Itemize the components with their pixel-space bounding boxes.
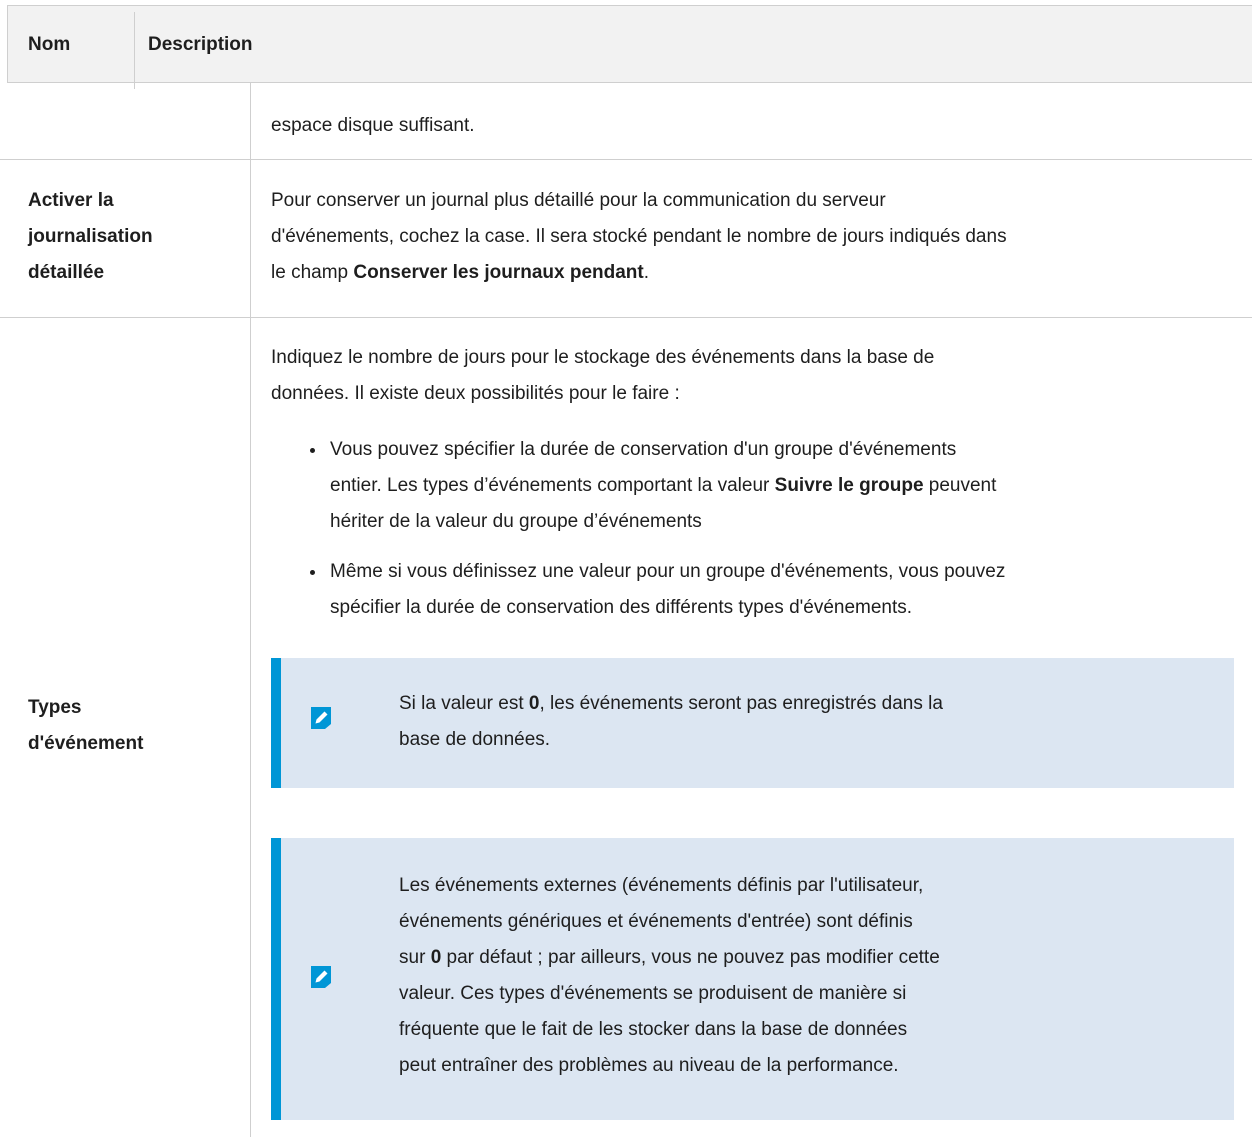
bullet-line: spécifier la durée de conservation des d… [330,597,913,618]
note-text-part: , les événements seront pas enregistrés … [539,693,943,714]
row3-name-line: Types [28,697,82,718]
header-name: Nom [28,34,71,55]
note-text-part: sur [399,947,431,968]
bullet-list: Vous pouvez spécifier la durée de conser… [310,432,1220,626]
table-row: espace disque suffisant. [271,108,1231,144]
note-line: fréquente que le fait de les stocker dan… [399,1019,908,1040]
note-line: Les événements externes (événements défi… [399,875,924,896]
value-bold: 0 [528,693,540,714]
note-line: événements génériques et événements d'en… [399,911,913,932]
note-line: sur 0 par défaut ; par ailleurs, vous ne… [399,940,1119,976]
bullet-line: entier. Les types d’événements comportan… [330,468,1220,504]
list-item: Même si vous définissez une valeur pour … [310,554,1220,626]
row2-name-line: détaillée [28,262,105,283]
intro-line: données. Il existe deux possibilités pou… [271,383,680,404]
desc-line: le champ Conserver les journaux pendant. [271,255,1231,291]
note-line: peut entraîner des problèmes au niveau d… [399,1055,899,1076]
header-description: Description [148,34,253,55]
note-box: Les événements externes (événements défi… [271,838,1234,1120]
row2-name-line: journalisation [28,226,153,247]
bullet-line: Vous pouvez spécifier la durée de conser… [330,439,957,460]
list-item: Vous pouvez spécifier la durée de conser… [310,432,1220,540]
note-box: Si la valeur est 0, les événements seron… [271,658,1234,788]
bullet-dot [310,448,315,453]
table-left-edge [7,5,8,83]
note-line: valeur. Ces types d'événements se produi… [399,983,907,1004]
desc-line: Pour conserver un journal plus détaillé … [271,190,886,211]
bullet-text: Vous pouvez spécifier la durée de conser… [320,432,1220,540]
pencil-note-icon [311,966,331,988]
intro-line: Indiquez le nombre de jours pour le stoc… [271,347,935,368]
bullet-line: Même si vous définissez une valeur pour … [330,561,1006,582]
note-text: Les événements externes (événements défi… [399,868,1119,1084]
row3-name: Types d'événement [28,690,143,762]
desc-text: le champ [271,262,354,283]
row1-description: espace disque suffisant. [271,115,475,136]
row-divider [0,317,1252,318]
pencil-note-icon [311,707,331,729]
note-text-part: Si la valeur est [399,693,529,714]
bullet-text-part: entier. Les types d’événements comportan… [330,475,775,496]
value-bold: Suivre le groupe [774,475,924,496]
bullet-line: hériter de la valeur du groupe d’événeme… [330,511,702,532]
note-line: base de données. [399,729,551,750]
note-line: Si la valeur est 0, les événements seron… [399,686,1119,722]
note-text-part: par défaut ; par ailleurs, vous ne pouve… [441,947,940,968]
bullet-text-part: peuvent [923,475,997,496]
row2-name-line: Activer la [28,190,114,211]
row2-name: Activer la journalisation détaillée [28,183,153,291]
desc-line: d'événements, cochez la case. Il sera st… [271,226,1007,247]
desc-text: . [643,262,650,283]
column-divider [250,83,251,1137]
value-bold: 0 [430,947,442,968]
row3-name-line: d'événement [28,733,144,754]
bullet-dot [310,570,315,575]
field-name-bold: Conserver les journaux pendant [353,262,644,283]
settings-table: Nom Description espace disque suffisant.… [0,0,1252,1137]
row2-description: Pour conserver un journal plus détaillé … [271,183,1231,291]
row-divider [0,159,1252,160]
bullet-text: Même si vous définissez une valeur pour … [320,554,1220,626]
header-column-divider [134,12,135,89]
note-text: Si la valeur est 0, les événements seron… [399,686,1119,758]
row3-intro: Indiquez le nombre de jours pour le stoc… [271,340,1231,412]
